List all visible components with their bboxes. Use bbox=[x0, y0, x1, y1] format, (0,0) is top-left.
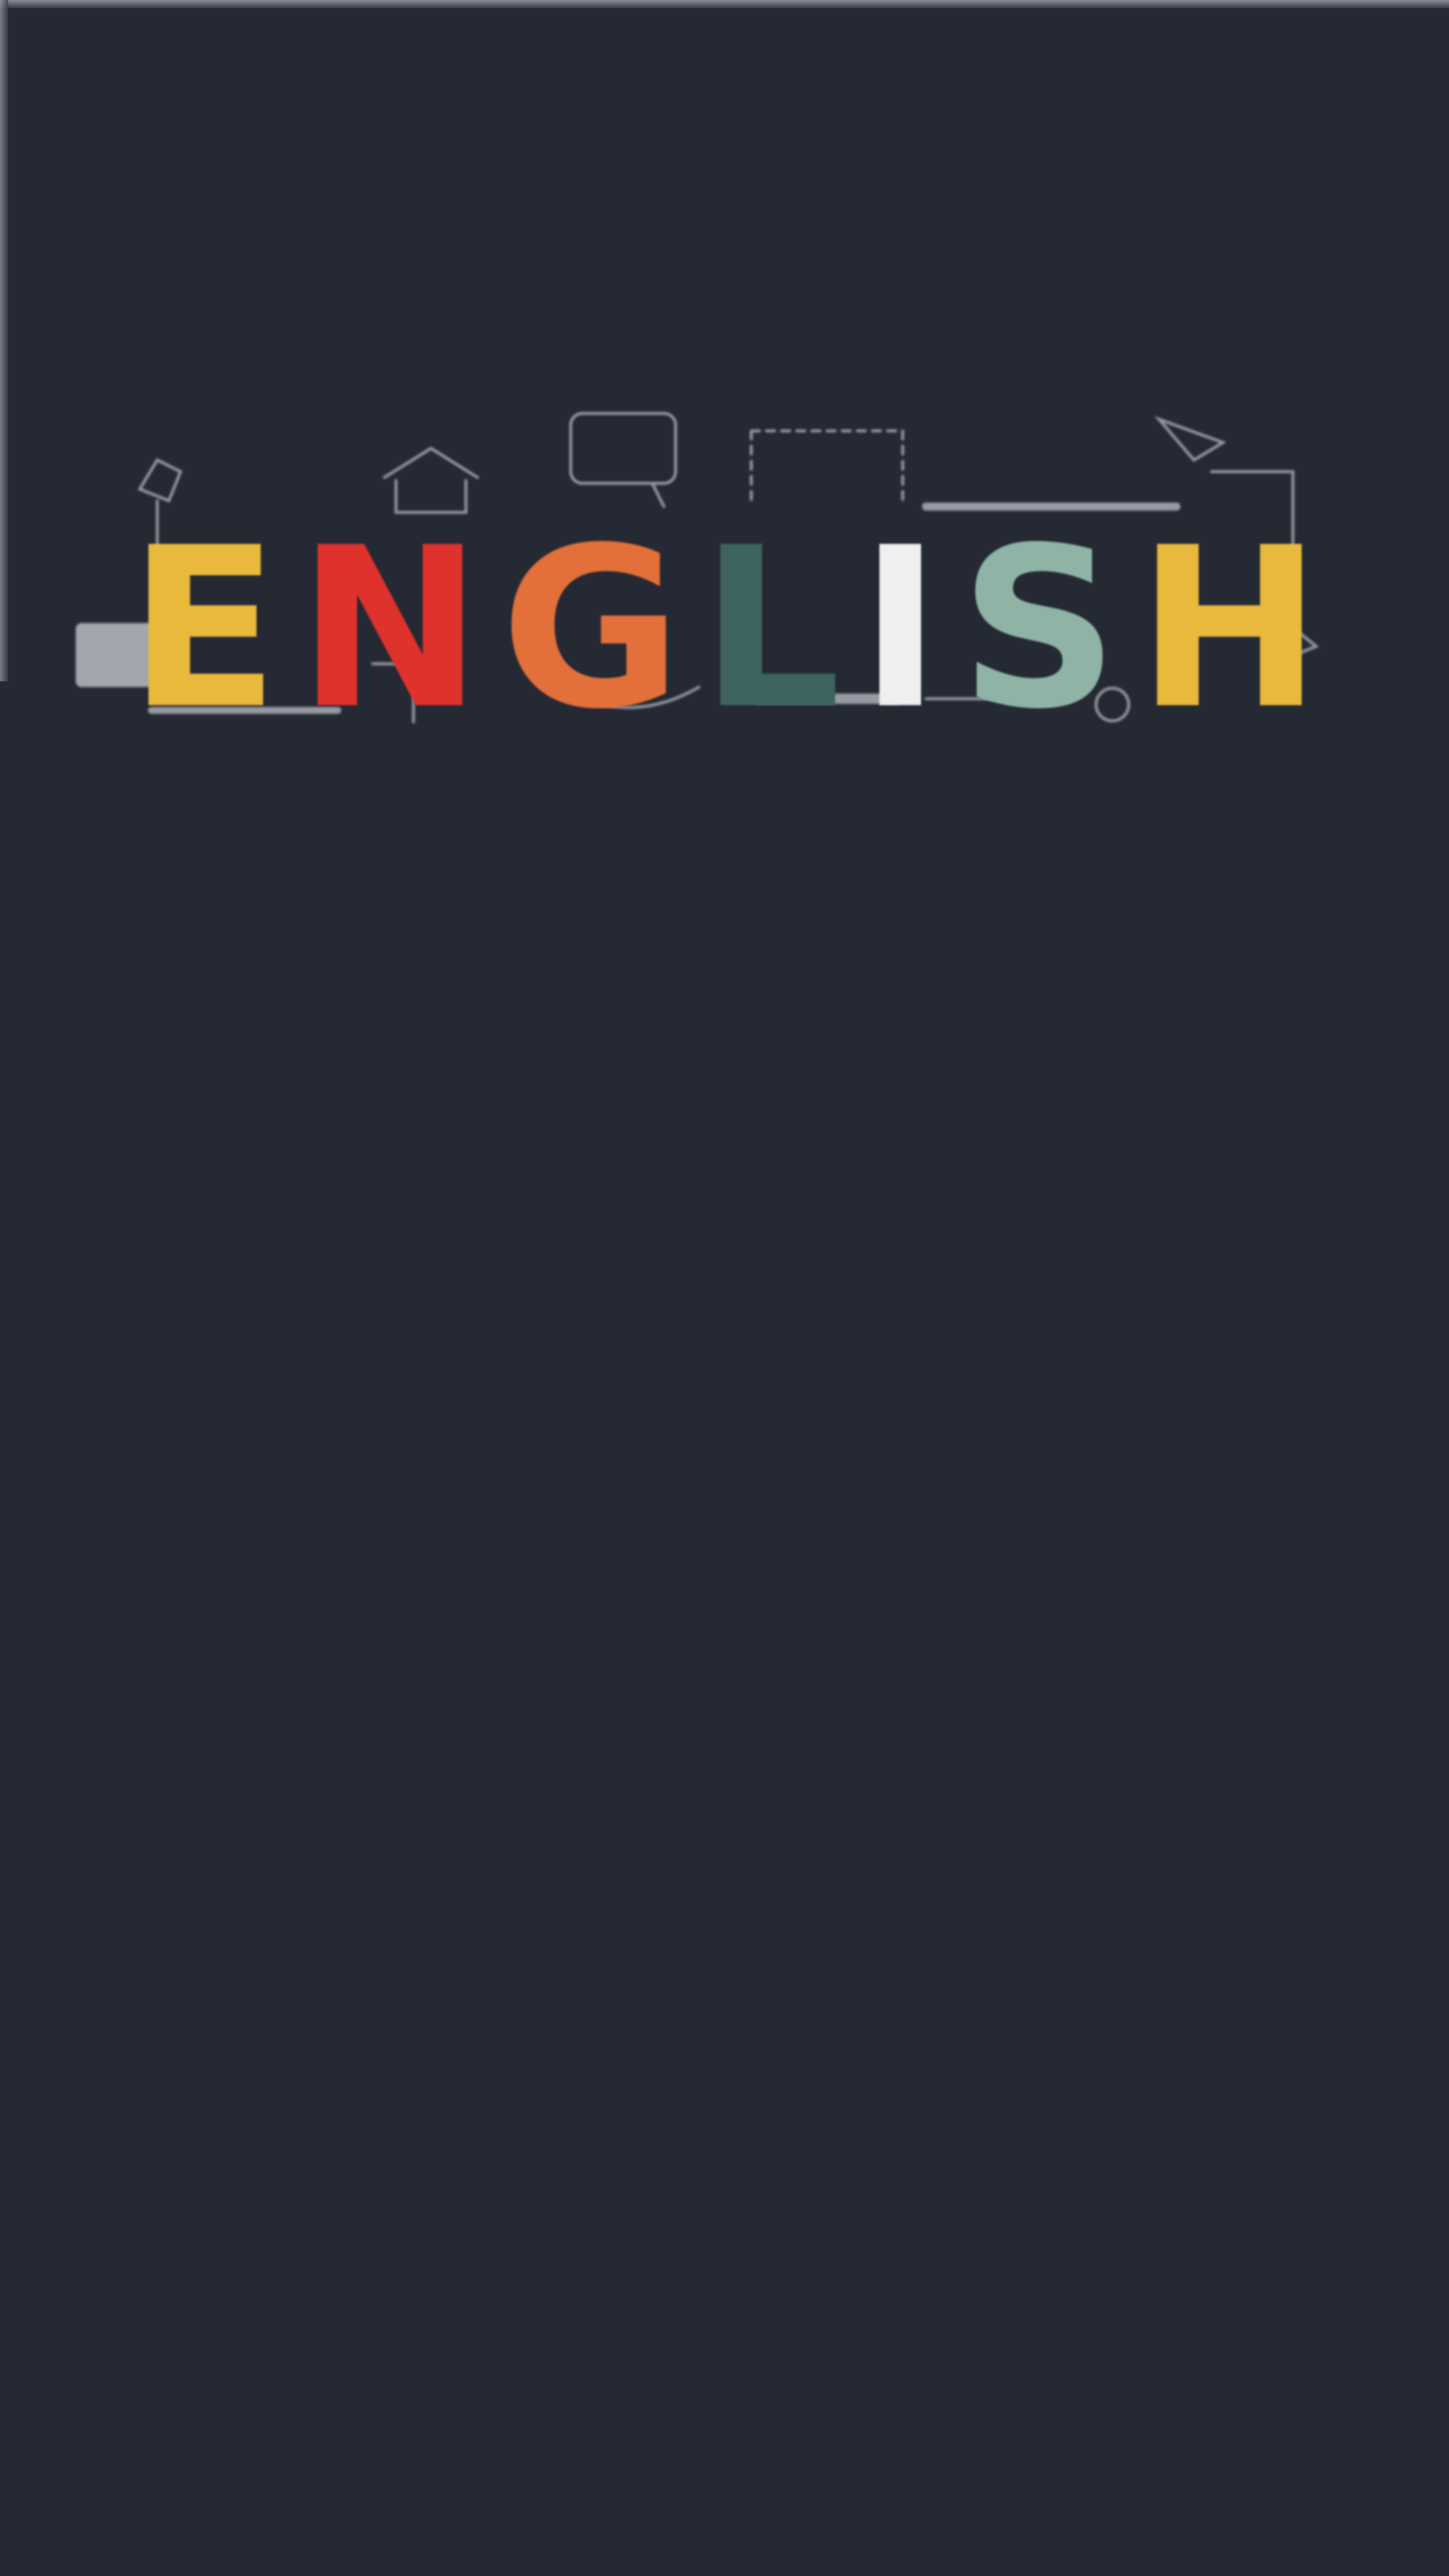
speech-bubble-doodle bbox=[569, 412, 677, 485]
letter-n: N bbox=[297, 500, 483, 758]
house-doodle bbox=[383, 447, 479, 479]
left-window-edge bbox=[0, 0, 8, 681]
letter-g: G bbox=[500, 500, 683, 758]
letter-s: S bbox=[959, 500, 1119, 758]
top-status-edge bbox=[0, 0, 1449, 8]
pencil-doodle bbox=[1154, 416, 1227, 462]
letter-i: I bbox=[859, 500, 942, 758]
empty-content-area bbox=[0, 827, 1449, 2576]
english-title: E N G L I S H bbox=[128, 518, 1322, 739]
letter-h: H bbox=[1136, 500, 1322, 758]
frame-doodle bbox=[750, 429, 904, 508]
letter-e: E bbox=[128, 500, 280, 758]
letter-l: L bbox=[700, 500, 842, 758]
app-screen: E N G L I S H bbox=[0, 0, 1449, 2576]
lamp-doodle bbox=[137, 458, 183, 503]
